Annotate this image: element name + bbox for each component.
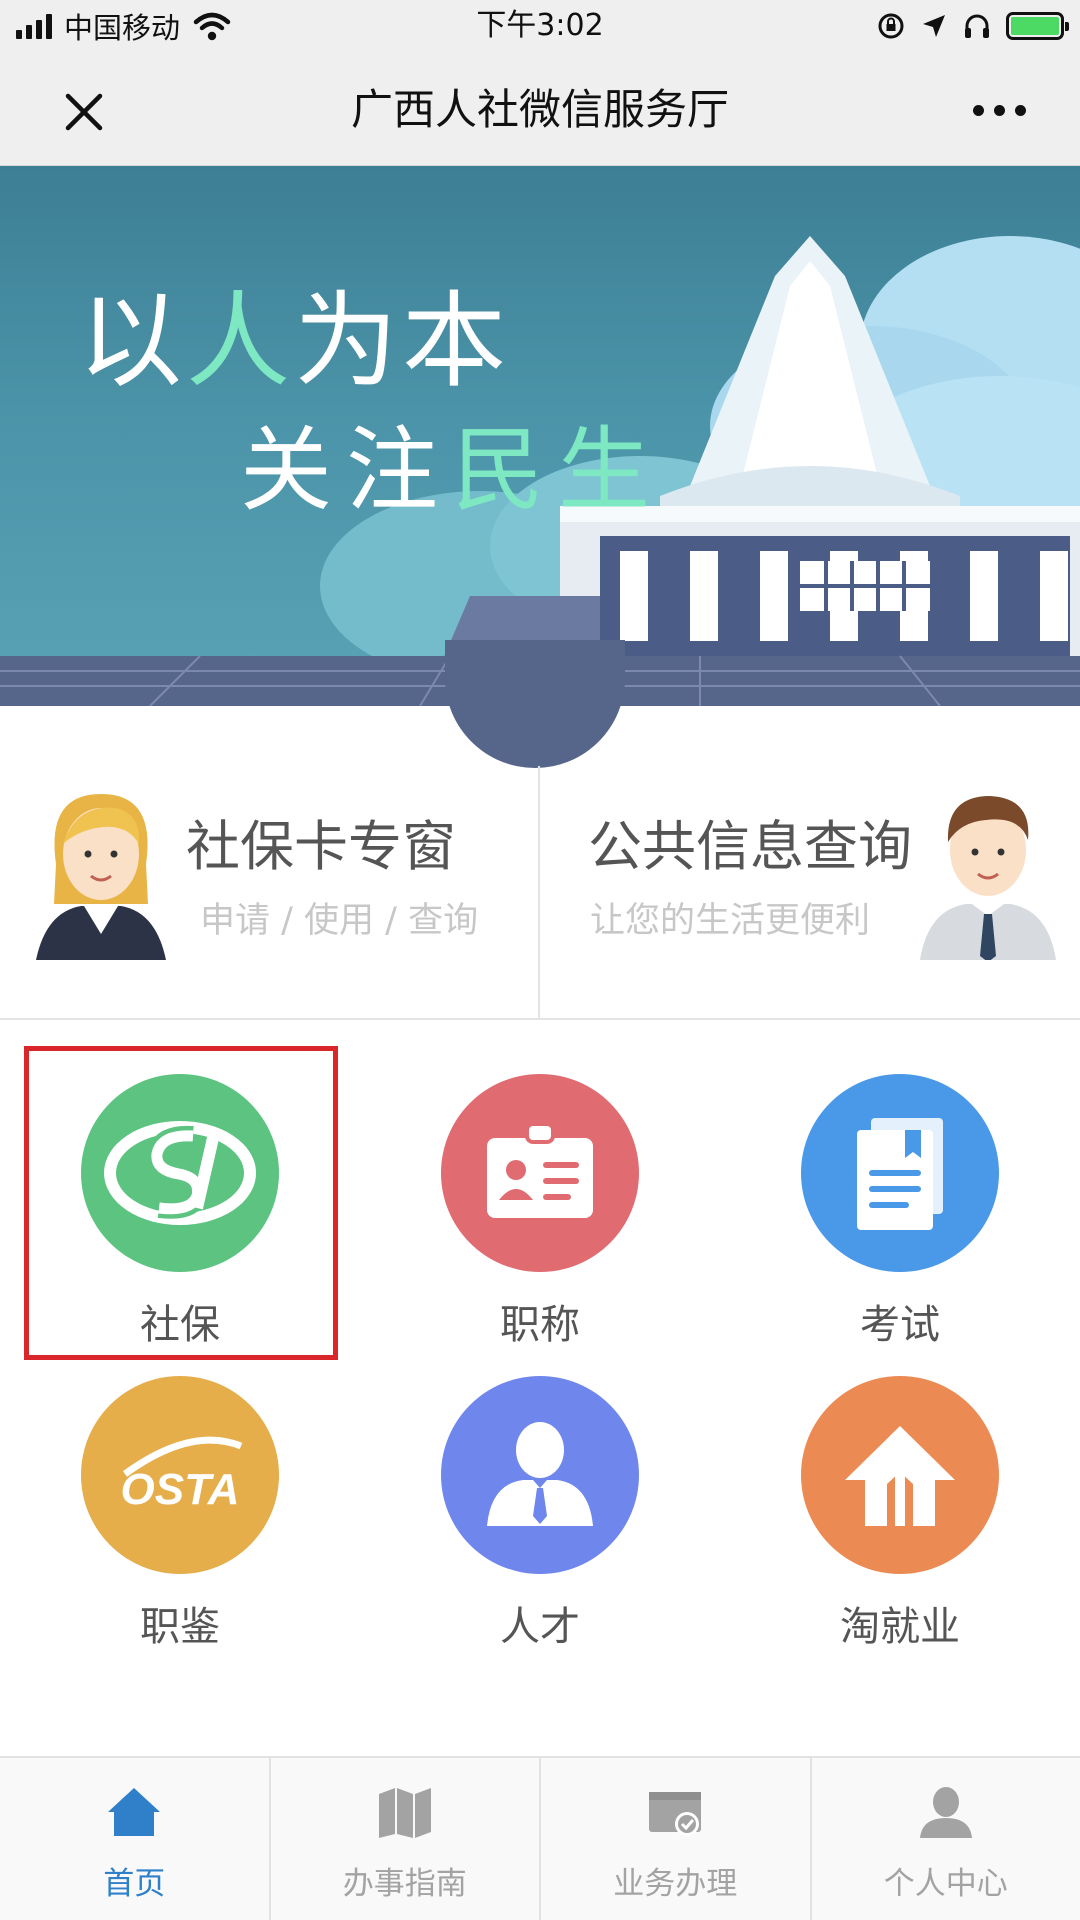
osta-logo-icon: OSTA bbox=[81, 1376, 279, 1574]
document-icon bbox=[801, 1074, 999, 1272]
banner[interactable]: 以人为本 关注民生 bbox=[0, 166, 1080, 706]
service-label: 人才 bbox=[500, 1604, 580, 1650]
briefcase-check-icon bbox=[649, 1792, 702, 1836]
quick-card-subtitle: 让您的生活更便利 bbox=[590, 901, 871, 941]
tab-label: 业务办理 bbox=[613, 1866, 738, 1902]
quick-card-title: 社保卡专窗 bbox=[186, 815, 456, 878]
tab-label: 个人中心 bbox=[883, 1866, 1008, 1902]
banner-slogan-line2: 关注民生 bbox=[240, 420, 665, 522]
man-avatar-icon bbox=[920, 796, 1056, 960]
quick-card-subtitle: 申请 / 使用 / 查询 bbox=[200, 901, 479, 941]
quick-cards: 社保卡专窗 申请 / 使用 / 查询 公共信息查询 让您的生活更便利 bbox=[0, 706, 1080, 1020]
battery-icon bbox=[1006, 12, 1069, 40]
status-right bbox=[876, 8, 1069, 44]
home-icon bbox=[108, 1788, 161, 1836]
house-arrow-icon bbox=[801, 1376, 999, 1574]
tab-guide[interactable]: 办事指南 bbox=[271, 1758, 541, 1920]
tab-business[interactable]: 业务办理 bbox=[541, 1758, 812, 1920]
location-arrow-icon bbox=[923, 15, 945, 37]
tab-bar: 首页 办事指南 业务办理 个人中心 bbox=[0, 1756, 1080, 1920]
nav-bar: 广西人社微信服务厅 bbox=[0, 52, 1080, 166]
tab-profile[interactable]: 个人中心 bbox=[812, 1758, 1080, 1920]
quick-card-public-info[interactable]: 公共信息查询 让您的生活更便利 bbox=[540, 736, 1080, 1006]
banner-slogan-line1: 以人为本 bbox=[78, 284, 511, 400]
woman-avatar-icon bbox=[36, 794, 166, 960]
user-icon bbox=[919, 1787, 972, 1838]
service-tile-talent[interactable]: 人才 bbox=[360, 1324, 720, 1650]
quick-card-social-card[interactable]: 社保卡专窗 申请 / 使用 / 查询 bbox=[0, 736, 538, 1006]
status-bar: 中国移动 下午3:02 bbox=[0, 0, 1080, 52]
service-tile-employment[interactable]: 淘就业 bbox=[720, 1324, 1080, 1650]
orientation-lock-icon bbox=[878, 13, 904, 39]
page-title: 广西人社微信服务厅 bbox=[350, 85, 729, 134]
map-icon bbox=[378, 1788, 431, 1838]
service-label: 职鉴 bbox=[140, 1604, 220, 1650]
id-badge-icon bbox=[441, 1074, 639, 1272]
highlight-box bbox=[24, 1046, 338, 1360]
service-tile-exam[interactable]: 考试 bbox=[720, 1022, 1080, 1348]
tab-home[interactable]: 首页 bbox=[0, 1758, 271, 1920]
service-tile-title[interactable]: 职称 bbox=[360, 1022, 720, 1348]
headphones-icon bbox=[965, 14, 989, 38]
service-label: 淘就业 bbox=[840, 1604, 960, 1650]
quick-card-title: 公共信息查询 bbox=[588, 815, 912, 878]
person-icon bbox=[441, 1376, 639, 1574]
tab-label: 首页 bbox=[103, 1866, 166, 1902]
more-icon[interactable] bbox=[964, 90, 1034, 130]
service-tile-skill-appraisal[interactable]: OSTA 职鉴 bbox=[0, 1324, 360, 1650]
tab-label: 办事指南 bbox=[342, 1866, 467, 1902]
osta-logo-text: OSTA bbox=[121, 1465, 240, 1514]
